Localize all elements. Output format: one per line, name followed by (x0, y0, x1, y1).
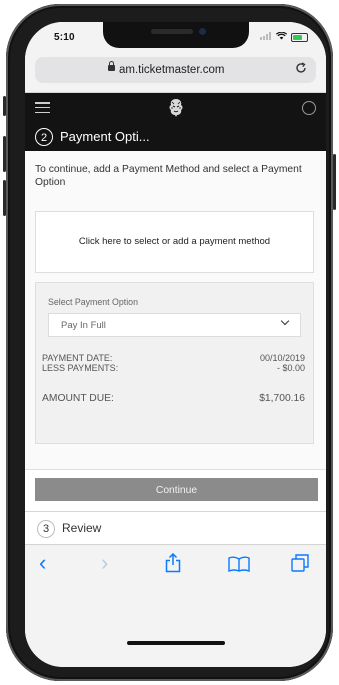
less-payments-value: - $0.00 (276, 363, 305, 373)
payment-date-row: PAYMENT DATE: 00/10/2019 (42, 353, 305, 363)
lock-icon (108, 61, 115, 71)
less-payments-label: LESS PAYMENTS: (42, 363, 119, 373)
status-icons (260, 31, 308, 42)
side-button-power (333, 154, 336, 210)
front-camera (199, 28, 206, 35)
amount-due-row: AMOUNT DUE: $1,700.16 (42, 393, 305, 404)
less-payments-row: LESS PAYMENTS: - $0.00 (42, 363, 305, 373)
instruction-text: To continue, add a Payment Method and se… (35, 164, 302, 188)
hamburger-menu-icon[interactable] (35, 102, 50, 114)
payment-option-panel: Select Payment Option Pay In Full PAYMEN… (35, 282, 314, 444)
side-button-volume-down (3, 180, 6, 216)
amount-due-label: AMOUNT DUE: (42, 393, 114, 404)
step-title: Payment Opti... (60, 129, 150, 144)
reload-icon[interactable] (295, 62, 307, 77)
lion-logo-icon[interactable] (167, 98, 185, 118)
phone-screen: 5:10 am.ticketmaster.com 2 Payment Opti.… (25, 22, 326, 667)
payment-option-label: Select Payment Option (48, 297, 138, 307)
tabs-icon[interactable] (291, 554, 309, 577)
payment-option-select[interactable]: Pay In Full (48, 313, 301, 337)
site-navbar (25, 93, 326, 123)
payment-date-label: PAYMENT DATE: (42, 353, 113, 363)
url-field[interactable]: am.ticketmaster.com (35, 57, 316, 83)
step-number: 2 (35, 128, 53, 146)
phone-frame: 5:10 am.ticketmaster.com 2 Payment Opti.… (3, 4, 336, 681)
profile-icon[interactable] (302, 101, 316, 115)
add-payment-method-button[interactable]: Click here to select or add a payment me… (35, 211, 314, 273)
back-icon[interactable]: ‹ (39, 550, 46, 576)
speaker-grille (151, 29, 193, 34)
add-payment-method-label: Click here to select or add a payment me… (78, 236, 271, 247)
notch (103, 22, 249, 48)
continue-button[interactable]: Continue (35, 478, 318, 501)
amount-due-value: $1,700.16 (259, 393, 305, 404)
side-button-volume-up (3, 136, 6, 172)
side-button-silent (3, 96, 6, 116)
payment-date-value: 00/10/2019 (259, 353, 305, 363)
browser-toolbar: ‹ › (25, 544, 326, 667)
home-indicator[interactable] (127, 641, 225, 645)
browser-address-bar: am.ticketmaster.com (25, 52, 326, 93)
bookmarks-icon[interactable] (228, 556, 250, 577)
wifi-icon (275, 31, 288, 42)
share-icon[interactable] (165, 552, 181, 578)
payment-section: To continue, add a Payment Method and se… (25, 151, 326, 469)
chevron-down-icon (280, 316, 290, 326)
review-step-label: Review (62, 521, 102, 535)
review-step-number: 3 (37, 520, 55, 538)
status-bar: 5:10 (25, 22, 326, 52)
battery-icon (291, 32, 308, 42)
signal-bars-icon (260, 32, 272, 42)
url-text: am.ticketmaster.com (119, 64, 225, 76)
step-review[interactable]: 3 Review (25, 512, 326, 544)
section-divider (25, 469, 326, 470)
status-time: 5:10 (54, 32, 75, 43)
step-header: 2 Payment Opti... (25, 123, 326, 151)
payment-option-value: Pay In Full (61, 320, 106, 331)
forward-icon[interactable]: › (101, 550, 108, 576)
